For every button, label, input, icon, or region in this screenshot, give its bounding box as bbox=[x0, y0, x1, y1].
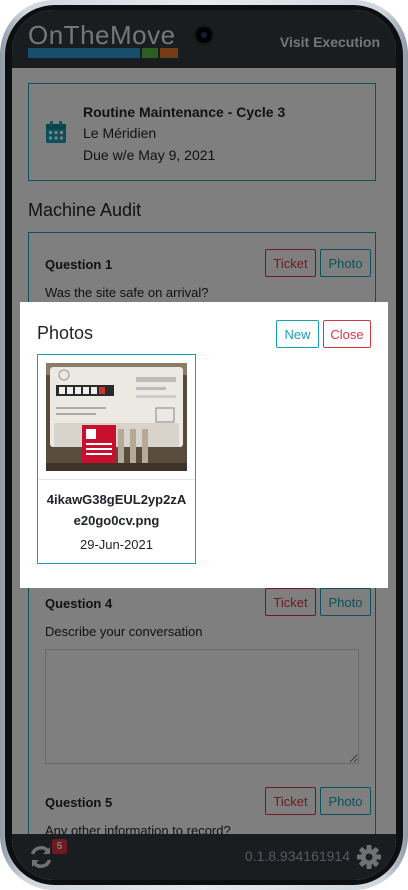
photo-filename: 4ikawG38gEUL2yp2zAe20go0cv.png bbox=[46, 492, 187, 528]
new-photo-button[interactable]: New bbox=[276, 320, 319, 348]
close-button[interactable]: Close bbox=[323, 320, 371, 348]
meter-photo-thumbnail[interactable] bbox=[46, 363, 187, 471]
device-screen: OnTheMove Visit Execution bbox=[12, 10, 396, 880]
device-frame: OnTheMove Visit Execution bbox=[0, 0, 408, 890]
photo-card-divider bbox=[38, 479, 195, 480]
modal-title: Photos bbox=[37, 323, 94, 343]
photos-modal: Photos New Close 4ikawG38gEUL2yp2zAe20go… bbox=[20, 302, 388, 588]
photo-card[interactable]: 4ikawG38gEUL2yp2zAe20go0cv.png 29-Jun-20… bbox=[37, 354, 196, 564]
photo-date: 29-Jun-2021 bbox=[80, 537, 153, 552]
